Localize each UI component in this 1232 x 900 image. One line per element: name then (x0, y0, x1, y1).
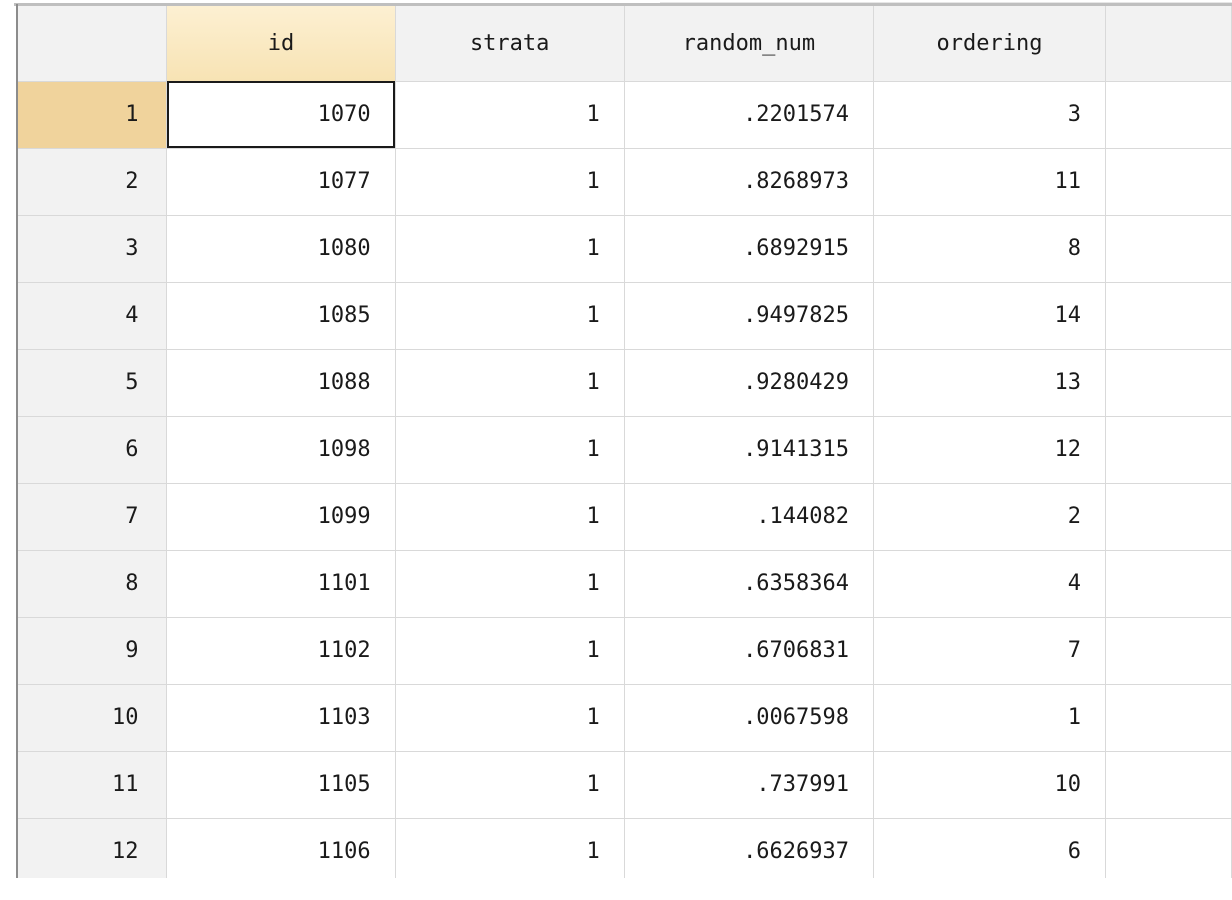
cell-empty (1105, 818, 1232, 878)
cell-random-num[interactable]: .0067598 (624, 684, 875, 752)
cell-id[interactable]: 1103 (166, 684, 396, 752)
cell-id[interactable]: 1098 (166, 416, 396, 484)
data-grid: id strata random_num ordering 1 1070 1 .… (18, 6, 1232, 878)
row-number[interactable]: 11 (18, 751, 168, 819)
cell-ordering[interactable]: 12 (873, 416, 1106, 484)
row-number[interactable]: 4 (18, 282, 168, 350)
table-row: 6 1098 1 .9141315 12 (18, 416, 1232, 484)
cell-id[interactable]: 1099 (166, 483, 396, 551)
corner-cell[interactable] (18, 6, 168, 82)
column-header-strata[interactable]: strata (395, 6, 625, 82)
cell-ordering[interactable]: 8 (873, 215, 1106, 283)
cell-ordering[interactable]: 1 (873, 684, 1106, 752)
row-number[interactable]: 5 (18, 349, 168, 417)
cell-strata[interactable]: 1 (395, 416, 625, 484)
cell-empty (1105, 550, 1232, 618)
cell-strata[interactable]: 1 (395, 818, 625, 878)
cell-empty (1105, 349, 1232, 417)
cell-ordering[interactable]: 14 (873, 282, 1106, 350)
cell-random-num[interactable]: .9141315 (624, 416, 875, 484)
cell-strata[interactable]: 1 (395, 684, 625, 752)
cell-strata[interactable]: 1 (395, 751, 625, 819)
cell-strata[interactable]: 1 (395, 550, 625, 618)
cell-ordering[interactable]: 11 (873, 148, 1106, 216)
column-header-ordering[interactable]: ordering (873, 6, 1106, 82)
cell-id[interactable]: 1102 (166, 617, 396, 685)
cell-id[interactable]: 1077 (166, 148, 396, 216)
cell-strata[interactable]: 1 (395, 282, 625, 350)
column-header-id[interactable]: id (166, 6, 396, 82)
table-row: 1 1070 1 .2201574 3 (18, 81, 1232, 149)
cell-id[interactable]: 1101 (166, 550, 396, 618)
cell-random-num[interactable]: .6626937 (624, 818, 875, 878)
table-row: 5 1088 1 .9280429 13 (18, 349, 1232, 417)
active-cell-id[interactable]: 1070 (166, 81, 396, 149)
table-row: 11 1105 1 .737991 10 (18, 751, 1232, 819)
data-grid-body: 1 1070 1 .2201574 3 2 1077 1 .8268973 11… (18, 81, 1232, 878)
cell-ordering[interactable]: 7 (873, 617, 1106, 685)
table-row: 10 1103 1 .0067598 1 (18, 684, 1232, 752)
table-row: 12 1106 1 .6626937 6 (18, 818, 1232, 878)
row-number[interactable]: 6 (18, 416, 168, 484)
cell-empty (1105, 483, 1232, 551)
cell-strata[interactable]: 1 (395, 215, 625, 283)
cell-empty (1105, 215, 1232, 283)
cell-id[interactable]: 1105 (166, 751, 396, 819)
table-row: 9 1102 1 .6706831 7 (18, 617, 1232, 685)
cell-strata[interactable]: 1 (395, 148, 625, 216)
cell-empty (1105, 416, 1232, 484)
cell-strata[interactable]: 1 (395, 483, 625, 551)
cell-id[interactable]: 1085 (166, 282, 396, 350)
cell-ordering[interactable]: 13 (873, 349, 1106, 417)
data-editor-window: id strata random_num ordering 1 1070 1 .… (0, 0, 1232, 900)
cell-random-num[interactable]: .144082 (624, 483, 875, 551)
cell-strata[interactable]: 1 (395, 81, 625, 149)
cell-random-num[interactable]: .6892915 (624, 215, 875, 283)
cell-ordering[interactable]: 10 (873, 751, 1106, 819)
row-number[interactable]: 7 (18, 483, 168, 551)
cell-id[interactable]: 1080 (166, 215, 396, 283)
row-number[interactable]: 9 (18, 617, 168, 685)
cell-empty (1105, 81, 1232, 149)
cell-random-num[interactable]: .6358364 (624, 550, 875, 618)
cell-strata[interactable]: 1 (395, 617, 625, 685)
row-number[interactable]: 10 (18, 684, 168, 752)
row-number[interactable]: 3 (18, 215, 168, 283)
cell-empty (1105, 148, 1232, 216)
cell-random-num[interactable]: .9497825 (624, 282, 875, 350)
cell-id[interactable]: 1088 (166, 349, 396, 417)
column-header-random-num[interactable]: random_num (624, 6, 875, 82)
cell-strata[interactable]: 1 (395, 349, 625, 417)
row-number[interactable]: 8 (18, 550, 168, 618)
cell-random-num[interactable]: .737991 (624, 751, 875, 819)
cell-empty (1105, 684, 1232, 752)
cell-ordering[interactable]: 4 (873, 550, 1106, 618)
column-header-row: id strata random_num ordering (18, 6, 1232, 82)
cell-ordering[interactable]: 6 (873, 818, 1106, 878)
cell-random-num[interactable]: .8268973 (624, 148, 875, 216)
data-grid-viewport[interactable]: id strata random_num ordering 1 1070 1 .… (18, 6, 1232, 878)
cell-empty (1105, 751, 1232, 819)
cell-random-num[interactable]: .9280429 (624, 349, 875, 417)
table-row: 2 1077 1 .8268973 11 (18, 148, 1232, 216)
row-number[interactable]: 12 (18, 818, 168, 878)
table-row: 4 1085 1 .9497825 14 (18, 282, 1232, 350)
cell-id[interactable]: 1106 (166, 818, 396, 878)
cell-empty (1105, 282, 1232, 350)
table-row: 3 1080 1 .6892915 8 (18, 215, 1232, 283)
table-row: 8 1101 1 .6358364 4 (18, 550, 1232, 618)
row-number[interactable]: 1 (18, 81, 168, 149)
cell-random-num[interactable]: .6706831 (624, 617, 875, 685)
cell-empty (1105, 617, 1232, 685)
row-number[interactable]: 2 (18, 148, 168, 216)
table-row: 7 1099 1 .144082 2 (18, 483, 1232, 551)
cell-ordering[interactable]: 3 (873, 81, 1106, 149)
column-header-empty (1105, 6, 1232, 82)
cell-random-num[interactable]: .2201574 (624, 81, 875, 149)
cell-ordering[interactable]: 2 (873, 483, 1106, 551)
